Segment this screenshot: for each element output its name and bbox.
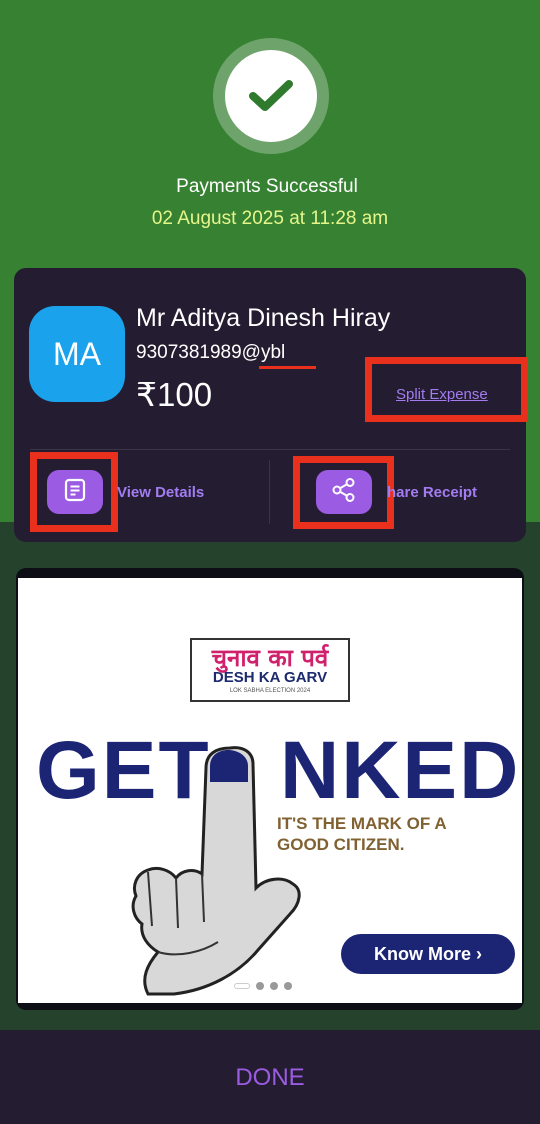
payment-status-title: Payments Successful bbox=[176, 176, 358, 197]
view-details-button[interactable] bbox=[47, 470, 103, 514]
view-details-label[interactable]: View Details bbox=[117, 484, 204, 501]
banner-tagline-line2: GOOD CITIZEN. bbox=[277, 835, 405, 854]
done-button[interactable]: DONE bbox=[0, 1064, 540, 1092]
actions-divider bbox=[269, 460, 270, 524]
election-logo: चुनाव का पर्व DESH KA GARV LOK SABHA ELE… bbox=[190, 638, 350, 702]
logo-hindi-text: चुनाव का पर्व bbox=[211, 644, 329, 673]
card-divider bbox=[30, 449, 510, 450]
split-expense-link[interactable]: Split Expense bbox=[396, 386, 488, 403]
banner-tagline-line1: IT'S THE MARK OF A bbox=[277, 814, 447, 833]
payee-avatar: MA bbox=[29, 306, 125, 402]
share-icon bbox=[331, 477, 357, 508]
promo-banner[interactable]: चुनाव का पर्व DESH KA GARV LOK SABHA ELE… bbox=[18, 578, 522, 1003]
carousel-indicators bbox=[234, 982, 292, 990]
banner-headline-left: GET bbox=[36, 725, 211, 816]
logo-english-text: DESH KA GARV bbox=[212, 669, 328, 687]
document-icon bbox=[64, 478, 86, 507]
checkmark-icon bbox=[225, 50, 317, 142]
share-receipt-button[interactable] bbox=[316, 470, 372, 514]
banner-headline-right: NKED bbox=[280, 725, 521, 816]
payment-amount: ₹100 bbox=[136, 376, 213, 413]
know-more-button[interactable]: Know More › bbox=[341, 934, 515, 974]
upi-handle-highlight bbox=[259, 366, 316, 369]
share-receipt-label[interactable]: hare Receipt bbox=[387, 484, 477, 501]
logo-subtitle: LOK SABHA ELECTION 2024 bbox=[229, 687, 311, 694]
payment-details-card: MA Mr Aditya Dinesh Hiray 9307381989@ybl… bbox=[14, 268, 528, 542]
bottom-action-bar: DONE bbox=[0, 1030, 540, 1124]
carousel-dot[interactable] bbox=[284, 982, 292, 990]
carousel-dot[interactable] bbox=[256, 982, 264, 990]
success-badge bbox=[213, 38, 329, 154]
carousel-dot-active[interactable] bbox=[234, 983, 250, 989]
payee-upi-id: 9307381989@ybl bbox=[136, 342, 286, 363]
payment-timestamp: 02 August 2025 at 11:28 am bbox=[151, 208, 389, 229]
carousel-dot[interactable] bbox=[270, 982, 278, 990]
payee-name: Mr Aditya Dinesh Hiray bbox=[136, 304, 391, 332]
